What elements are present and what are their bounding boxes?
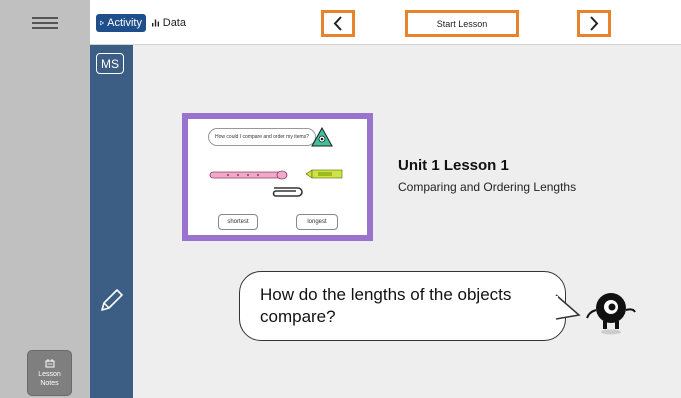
paperclip-icon (272, 187, 303, 197)
speech-bubble-tail (555, 294, 581, 320)
tab-data-label: Data (162, 17, 186, 29)
longest-label: longest (307, 219, 327, 225)
tool-strip (90, 45, 133, 398)
prompt-speech-bubble: How do the lengths of the objects compar… (239, 271, 566, 341)
start-lesson-label: Start Lesson (436, 18, 488, 29)
card-question-bubble: How could I compare and order my items? (208, 128, 316, 146)
previous-button[interactable] (321, 10, 355, 37)
menu-line (32, 21, 58, 24)
lesson-title: Unit 1 Lesson 1 (398, 157, 509, 174)
shortest-label-box: shortest (218, 214, 258, 230)
user-initials: MS (101, 56, 119, 71)
lesson-card[interactable]: How could I compare and order my items? … (182, 113, 373, 241)
user-initials-badge[interactable]: MS (96, 53, 124, 74)
top-bar: Activity Data Start Lesson (0, 0, 681, 45)
notes-icon (45, 359, 54, 368)
prompt-text: How do the lengths of the objects compar… (260, 285, 512, 326)
shortest-label: shortest (227, 219, 249, 225)
tab-data[interactable]: Data (148, 14, 190, 32)
mascot-character-icon (586, 293, 636, 335)
tab-activity-label: Activity (107, 17, 142, 29)
lesson-subtitle: Comparing and Ordering Lengths (398, 180, 577, 194)
crayon-icon (306, 169, 343, 179)
menu-button[interactable] (0, 0, 90, 45)
tab-activity[interactable]: Activity (96, 14, 146, 32)
play-outline-icon (100, 20, 105, 26)
next-button[interactable] (577, 10, 611, 37)
lesson-notes-label: Lesson Notes (38, 371, 61, 387)
recorder-icon (209, 170, 288, 180)
bar-chart-icon (152, 19, 160, 27)
longest-label-box: longest (296, 214, 338, 230)
chevron-left-icon (333, 16, 342, 31)
menu-line (32, 26, 58, 29)
menu-line (32, 16, 58, 19)
lesson-notes-button[interactable]: Lesson Notes (27, 350, 72, 396)
triangle-mascot-icon (311, 126, 333, 147)
pencil-icon[interactable] (98, 286, 126, 314)
left-panel (0, 45, 90, 398)
chevron-right-icon (590, 16, 599, 31)
start-lesson-button[interactable]: Start Lesson (405, 10, 519, 37)
card-question-text: How could I compare and order my items? (215, 134, 309, 140)
